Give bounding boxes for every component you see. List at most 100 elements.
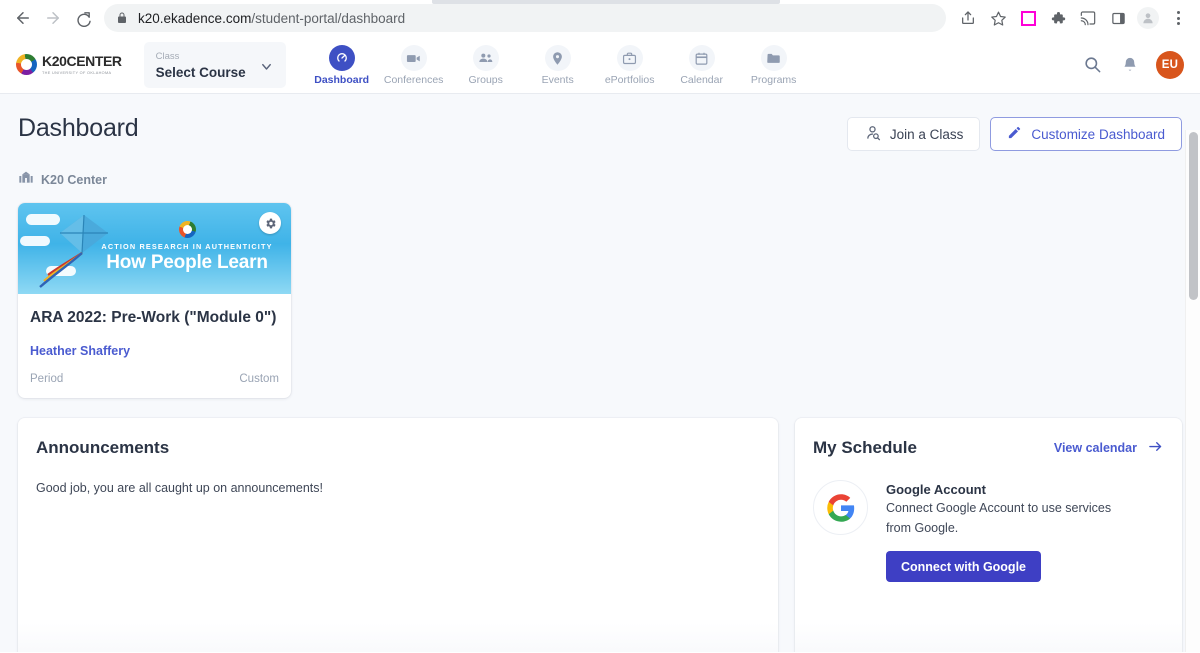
arrow-right-icon <box>1147 439 1164 457</box>
dashboard-page: Dashboard Join a Class Customize Dashboa… <box>0 94 1200 652</box>
announcements-panel: Announcements Good job, you are all caug… <box>18 418 778 652</box>
header-right-actions: EU <box>1080 50 1184 79</box>
view-calendar-label: View calendar <box>1053 441 1137 456</box>
url-path: /student-portal/dashboard <box>251 10 406 26</box>
schedule-panel: My Schedule View calendar Google Account… <box>795 418 1182 652</box>
nav-label-dashboard: Dashboard <box>314 74 370 86</box>
forward-arrow-icon[interactable] <box>38 3 68 33</box>
search-icon[interactable] <box>1080 53 1104 77</box>
course-banner: ACTION RESEARCH IN AUTHENTICITY How Peop… <box>18 203 291 294</box>
nav-item-conferences[interactable]: Conferences <box>380 43 448 86</box>
join-a-class-label: Join a Class <box>889 126 964 142</box>
main-navigation: Dashboard Conferences Groups Events ePor <box>308 43 808 86</box>
course-card-body: ARA 2022: Pre-Work ("Module 0") Heather … <box>18 294 291 398</box>
page-actions: Join a Class Customize Dashboard <box>846 114 1182 151</box>
browser-profile-icon[interactable] <box>1134 4 1162 32</box>
pencil-icon <box>1007 125 1022 143</box>
nav-item-calendar[interactable]: Calendar <box>668 43 736 86</box>
announcements-title: Announcements <box>36 438 170 458</box>
browser-toolbar: k20.ekadence.com/student-portal/dashboar… <box>0 0 1200 36</box>
course-meta-row: Period Custom <box>30 373 279 385</box>
connect-with-google-button[interactable]: Connect with Google <box>886 551 1041 583</box>
nav-label-eportfolios-events: Events <box>541 74 574 86</box>
organization-building-icon <box>18 170 34 189</box>
course-teacher-link[interactable]: Heather Shaffery <box>30 344 279 358</box>
customize-dashboard-button[interactable]: Customize Dashboard <box>990 117 1182 151</box>
nav-item-dashboard[interactable]: Dashboard <box>308 43 376 86</box>
schedule-header: My Schedule View calendar <box>813 438 1164 458</box>
customize-dashboard-label: Customize Dashboard <box>1031 126 1165 142</box>
reload-icon[interactable] <box>68 3 98 33</box>
app-header: K20CENTER THE UNIVERSITY OF OKLAHOMA Cla… <box>0 36 1200 94</box>
class-selector[interactable]: Class Select Course <box>143 41 286 88</box>
nav-item-eportfolios[interactable]: ePortfolios <box>596 43 664 86</box>
address-bar[interactable]: k20.ekadence.com/student-portal/dashboar… <box>104 4 946 32</box>
page-title: Dashboard <box>18 114 139 142</box>
gear-icon[interactable] <box>259 212 281 234</box>
nav-item-groups[interactable]: Groups <box>452 43 520 86</box>
cast-icon[interactable] <box>1074 4 1102 32</box>
course-period-label: Period <box>30 373 64 386</box>
bell-notification-icon[interactable] <box>1118 53 1142 77</box>
google-g-logo-icon <box>813 480 868 536</box>
k20-badge-icon <box>178 221 196 238</box>
announcements-empty-message: Good job, you are all caught up on annou… <box>36 481 324 496</box>
view-calendar-link[interactable]: View calendar <box>1054 439 1164 457</box>
nav-item-programs[interactable]: Programs <box>740 43 808 86</box>
breadcrumb[interactable]: K20 Center <box>18 170 1182 189</box>
dashboard-panels: Announcements Good job, you are all caug… <box>18 418 1182 652</box>
nav-label-programs: Programs <box>750 74 797 86</box>
class-selector-label: Class <box>155 51 180 63</box>
nav-label-eportfolios: ePortfolios <box>604 74 655 86</box>
google-account-info: Google Account Connect Google Account to… <box>886 480 1131 583</box>
join-a-class-button[interactable]: Join a Class <box>846 117 981 151</box>
course-title: ARA 2022: Pre-Work ("Module 0") <box>30 309 277 326</box>
speedometer-icon <box>328 45 355 71</box>
browser-action-icons <box>954 4 1192 32</box>
people-group-icon <box>472 45 499 71</box>
chevron-down-icon[interactable] <box>259 59 274 79</box>
google-account-description: Connect Google Account to use services f… <box>886 501 1112 535</box>
folder-icon <box>760 45 787 71</box>
course-banner-heading: How People Learn <box>106 252 268 273</box>
page-scrollbar-thumb[interactable] <box>1189 132 1198 300</box>
star-icon[interactable] <box>984 4 1012 32</box>
course-card[interactable]: ACTION RESEARCH IN AUTHENTICITY How Peop… <box>18 203 291 399</box>
lock-icon <box>116 12 128 24</box>
google-account-title: Google Account <box>886 482 986 498</box>
logo-subtitle: THE UNIVERSITY OF OKLAHOMA <box>42 70 112 75</box>
nav-label-calendar: Calendar <box>680 74 723 86</box>
person-search-icon <box>864 124 881 144</box>
tab-strip-edge <box>432 0 780 4</box>
google-account-row: Google Account Connect Google Account to… <box>813 480 1164 583</box>
logo-title: K20CENTER <box>42 52 122 69</box>
course-banner-kicker: ACTION RESEARCH IN AUTHENTICITY <box>101 242 273 251</box>
back-arrow-icon[interactable] <box>8 3 38 33</box>
schedule-scroll-fade <box>795 623 1182 652</box>
puzzle-extensions-icon[interactable] <box>1044 4 1072 32</box>
user-avatar[interactable]: EU <box>1156 50 1184 79</box>
nav-label-groups: Groups <box>468 74 503 86</box>
briefcase-icon <box>616 45 643 71</box>
breadcrumb-label: K20 Center <box>41 172 107 187</box>
share-icon[interactable] <box>954 4 982 32</box>
page-header-row: Dashboard Join a Class Customize Dashboa… <box>18 94 1182 151</box>
page-scrollbar-track[interactable] <box>1185 130 1200 652</box>
map-pin-icon <box>544 45 571 71</box>
kebab-menu-icon[interactable] <box>1164 4 1192 32</box>
nav-label-conferences: Conferences <box>383 74 444 86</box>
class-selector-value: Select Course <box>155 64 246 80</box>
url-text: k20.ekadence.com/student-portal/dashboar… <box>138 11 405 26</box>
course-banner-text: ACTION RESEARCH IN AUTHENTICITY How Peop… <box>94 221 280 274</box>
schedule-title: My Schedule <box>813 438 917 458</box>
k20-logo-mark-icon <box>16 53 37 75</box>
k20-center-logo[interactable]: K20CENTER THE UNIVERSITY OF OKLAHOMA <box>16 54 122 76</box>
announcements-scroll-fade <box>18 623 778 652</box>
nav-item-events[interactable]: Events <box>524 43 592 86</box>
side-panel-icon[interactable] <box>1104 4 1132 32</box>
course-period-value: Custom <box>239 373 279 386</box>
url-host: k20.ekadence.com <box>138 10 252 26</box>
pink-square-extension-icon[interactable] <box>1014 4 1042 32</box>
video-camera-icon <box>400 45 427 71</box>
calendar-icon <box>688 45 715 71</box>
